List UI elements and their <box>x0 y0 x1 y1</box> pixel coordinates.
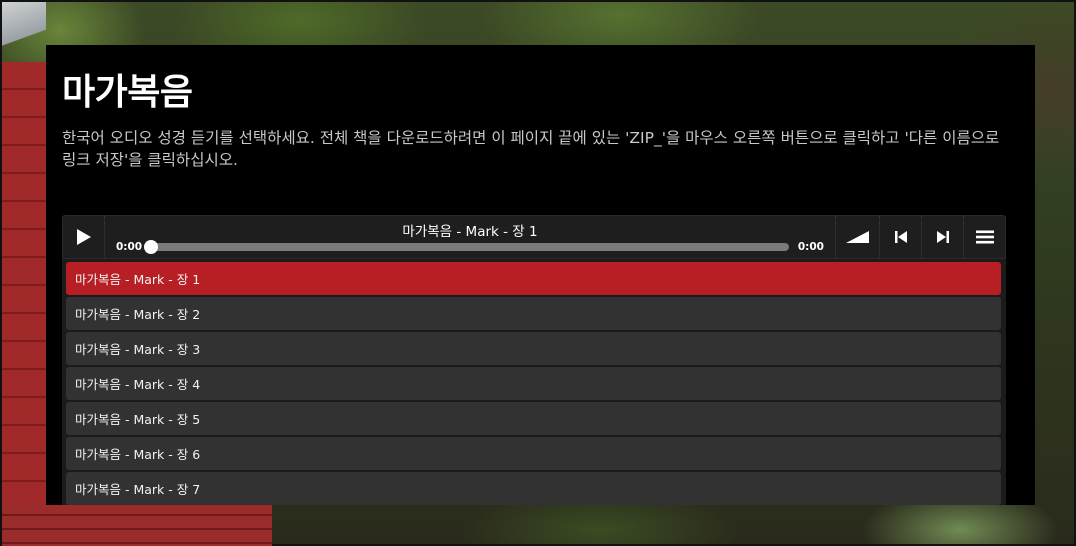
playlist-item[interactable]: 마가복음 - Mark - 장 5 <box>66 402 1001 435</box>
playlist-item[interactable]: 마가복음 - Mark - 장 6 <box>66 437 1001 470</box>
next-track-button[interactable] <box>921 216 963 258</box>
duration-time: 0:00 <box>797 241 824 253</box>
background-barn-roof <box>2 2 46 82</box>
playlist: 마가복음 - Mark - 장 1 마가복음 - Mark - 장 2 마가복음… <box>62 259 1006 505</box>
playlist-menu-icon <box>975 230 994 244</box>
seek-bar[interactable] <box>144 240 789 254</box>
content-panel: 마가복음 한국어 오디오 성경 듣기를 선택하세요. 전체 책을 다운로드하려면… <box>46 45 1035 505</box>
background-barn-wall <box>2 62 46 546</box>
playlist-item[interactable]: 마가복음 - Mark - 장 1 <box>66 262 1001 295</box>
background-barn-lower <box>2 502 272 546</box>
playlist-item[interactable]: 마가복음 - Mark - 장 7 <box>66 472 1001 505</box>
playlist-item-label: 마가복음 - Mark - 장 6 <box>75 447 201 462</box>
playlist-item-label: 마가복음 - Mark - 장 1 <box>75 272 201 287</box>
track-area: 마가복음 - Mark - 장 1 0:00 0:00 <box>105 216 835 258</box>
playlist-item[interactable]: 마가복음 - Mark - 장 3 <box>66 332 1001 365</box>
playlist-item[interactable]: 마가복음 - Mark - 장 4 <box>66 367 1001 400</box>
playlist-item-label: 마가복음 - Mark - 장 5 <box>75 412 201 427</box>
previous-track-icon <box>894 231 907 243</box>
volume-button[interactable] <box>835 216 879 258</box>
seek-handle[interactable] <box>144 240 158 254</box>
previous-track-button[interactable] <box>879 216 921 258</box>
play-button[interactable] <box>63 216 105 258</box>
playlist-item-label: 마가복음 - Mark - 장 4 <box>75 377 201 392</box>
next-track-icon <box>936 231 949 243</box>
page-title: 마가복음 <box>62 72 193 113</box>
playlist-item-label: 마가복음 - Mark - 장 7 <box>75 482 201 497</box>
playlist-menu-button[interactable] <box>963 216 1005 258</box>
playlist-item[interactable]: 마가복음 - Mark - 장 2 <box>66 297 1001 330</box>
playlist-item-label: 마가복음 - Mark - 장 2 <box>75 307 201 322</box>
playlist-item-label: 마가복음 - Mark - 장 3 <box>75 342 201 357</box>
now-playing-title: 마가복음 - Mark - 장 1 <box>402 224 538 240</box>
volume-icon <box>845 231 869 243</box>
play-icon <box>76 229 91 245</box>
intro-text: 한국어 오디오 성경 듣기를 선택하세요. 전체 책을 다운로드하려면 이 페이… <box>62 129 1000 169</box>
current-time: 0:00 <box>116 241 143 253</box>
audio-player: 마가복음 - Mark - 장 1 0:00 0:00 <box>62 215 1006 259</box>
